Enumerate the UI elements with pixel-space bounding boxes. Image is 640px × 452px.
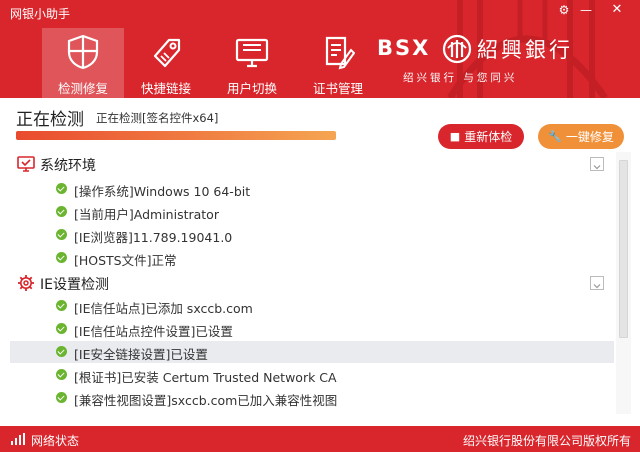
list-item[interactable]: [IE信任站点]已添加 sxccb.com [10, 295, 614, 317]
settings-button[interactable]: ⚙ [553, 0, 575, 20]
scrollbar[interactable] [616, 152, 631, 414]
list-item[interactable]: [IE浏览器]11.789.19041.0 [10, 224, 614, 246]
list-item[interactable]: [根证书]已安装 Certum Trusted Network CA [10, 364, 614, 386]
check-icon [56, 183, 67, 194]
recheck-label: 重新体检 [464, 130, 513, 144]
collapse-toggle[interactable] [590, 157, 604, 171]
recheck-button[interactable]: ■ 重新体检 [438, 124, 524, 149]
app-title: 网银小助手 [10, 7, 71, 21]
section-title: IE设置检测 [40, 277, 109, 293]
section-system-env[interactable]: 系统环境 [0, 152, 640, 176]
footer-bar: 网络状态 绍兴银行股份有限公司版权所有 [0, 426, 640, 452]
stop-icon: ■ [449, 130, 461, 143]
chevron-down-icon [593, 284, 601, 289]
brand-name: 紹興銀行 [477, 38, 573, 62]
nav-label: 证书管理 [312, 81, 363, 96]
minimize-icon: — [580, 3, 592, 17]
collapse-toggle[interactable] [590, 276, 604, 290]
section-title: 系统环境 [40, 158, 96, 174]
list-item-text: [IE信任站点控件设置]已设置 [74, 324, 233, 339]
list-item[interactable]: [兼容性视图设置]sxccb.com已加入兼容性视图 [10, 387, 614, 409]
list-item-text: [IE信任站点]已添加 sxccb.com [74, 301, 253, 316]
signal-icon [11, 433, 25, 445]
monitor-check-icon [17, 156, 35, 172]
check-icon [56, 300, 67, 311]
check-icon [56, 369, 67, 380]
progress-fill [16, 131, 336, 140]
status-detail: 正在检测[签名控件x64] [96, 111, 219, 125]
list-item-text: [兼容性视图设置]sxccb.com已加入兼容性视图 [74, 393, 338, 408]
wrench-icon: 🔧 [548, 130, 562, 143]
nav-item-user-switch[interactable]: 用户切换 [211, 28, 293, 98]
chevron-down-icon [593, 165, 601, 170]
monitor-icon [235, 38, 269, 68]
nav-label: 检测修复 [57, 81, 108, 96]
list-item-text: [当前用户]Administrator [74, 207, 219, 222]
nav-item-cert-manage[interactable]: 证书管理 [297, 28, 379, 98]
minimize-button[interactable]: — [575, 0, 597, 20]
check-icon [56, 229, 67, 240]
progress-bar [16, 131, 336, 140]
certificate-icon [325, 36, 355, 70]
gear-icon: ⚙ [558, 3, 570, 17]
nav-label: 快捷链接 [140, 81, 191, 96]
close-icon: ✕ [611, 2, 623, 17]
close-button[interactable]: ✕ [606, 0, 628, 20]
list-item-text: [IE浏览器]11.789.19041.0 [74, 230, 233, 245]
brand-slogan: 绍兴银行 与您同兴 [403, 72, 518, 84]
list-item[interactable]: [操作系统]Windows 10 64-bit [10, 178, 614, 200]
list-item[interactable]: [IE信任站点控件设置]已设置 [10, 318, 614, 340]
check-icon [56, 392, 67, 403]
check-results-list: 系统环境 [操作系统]Windows 10 64-bit [当前用户]Admin… [0, 152, 640, 414]
one-click-fix-button[interactable]: 🔧 一键修复 [538, 124, 624, 149]
brand-letters: BSX [377, 36, 431, 60]
list-item-text: [根证书]已安装 Certum Trusted Network CA [74, 370, 337, 385]
nav-item-quick-links[interactable]: 快捷链接 [125, 28, 207, 98]
check-icon [56, 206, 67, 217]
check-icon [56, 346, 67, 357]
check-icon [56, 323, 67, 334]
nav-item-detect-repair[interactable]: 检测修复 [42, 28, 124, 98]
copyright-text: 绍兴银行股份有限公司版权所有 [462, 434, 631, 448]
section-ie-settings[interactable]: IE设置检测 [0, 271, 640, 295]
bank-logo-icon [442, 34, 472, 64]
nav-label: 用户切换 [226, 81, 277, 96]
header-bar: 网银小助手 ⚙ — ✕ 检测修复 快捷链接 用户切换 证书管理 BSX 紹興銀行… [0, 0, 640, 98]
list-item-text: [IE安全链接设置]已设置 [74, 347, 208, 362]
check-icon [56, 252, 67, 263]
gear-icon [18, 275, 34, 291]
tag-icon [153, 38, 181, 68]
scrollbar-thumb[interactable] [619, 160, 628, 338]
status-title: 正在检测 [16, 110, 84, 130]
list-item[interactable]: [当前用户]Administrator [10, 201, 614, 223]
list-item-text: [操作系统]Windows 10 64-bit [74, 184, 251, 199]
list-item-selected[interactable]: [IE安全链接设置]已设置 [10, 341, 614, 363]
list-item[interactable]: [HOSTS文件]正常 [10, 247, 614, 269]
fix-label: 一键修复 [565, 130, 614, 144]
list-item-text: [HOSTS文件]正常 [74, 253, 177, 268]
shield-icon [67, 34, 99, 70]
network-status[interactable]: 网络状态 [31, 432, 79, 449]
